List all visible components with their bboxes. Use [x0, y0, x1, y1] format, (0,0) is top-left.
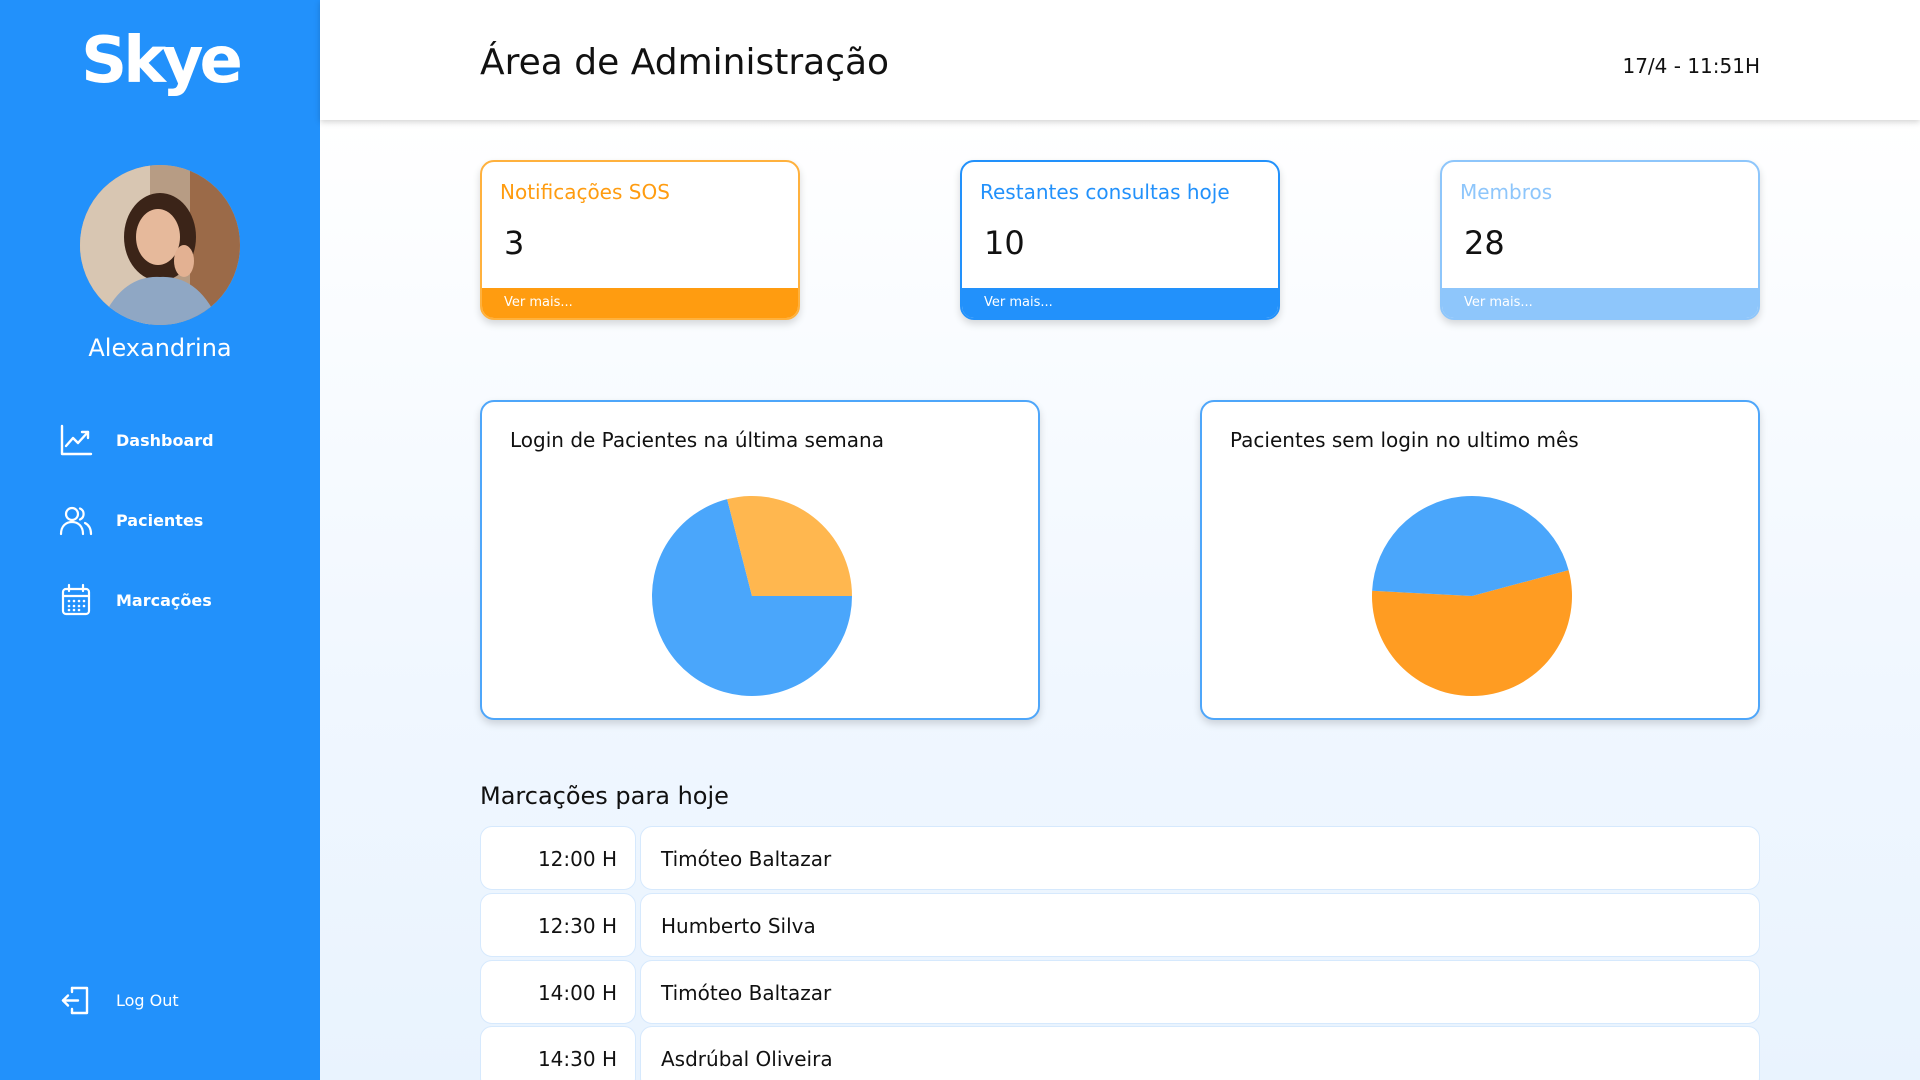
- ver-mais-link[interactable]: Ver mais...: [482, 288, 798, 318]
- logout-label: Log Out: [116, 990, 179, 1010]
- stat-value: 28: [1464, 224, 1505, 262]
- chart-title: Login de Pacientes na última semana: [510, 428, 884, 452]
- pie-chart-sem-login-mes: [1372, 496, 1572, 697]
- appointment-time: 14:30 H: [480, 1026, 636, 1080]
- appointment-row[interactable]: 12:00 H Timóteo Baltazar: [480, 826, 1760, 890]
- appointment-patient[interactable]: Humberto Silva: [640, 893, 1760, 957]
- header: Área de Administração 17/4 - 11:51H: [320, 0, 1920, 120]
- sidebar-item-marcacoes[interactable]: Marcações: [56, 578, 296, 622]
- appointment-patient[interactable]: Asdrúbal Oliveira: [640, 1026, 1760, 1080]
- sidebar-item-dashboard[interactable]: Dashboard: [56, 418, 296, 462]
- page-title: Área de Administração: [480, 42, 890, 83]
- logout-icon: [56, 980, 96, 1020]
- stat-card-consultas[interactable]: Restantes consultas hoje 10 Ver mais...: [960, 160, 1280, 320]
- skye-logo[interactable]: Skye: [0, 24, 320, 98]
- appointment-row[interactable]: 14:30 H Asdrúbal Oliveira: [480, 1026, 1760, 1080]
- sidebar-item-label: Pacientes: [116, 510, 204, 530]
- ver-mais-link[interactable]: Ver mais...: [962, 288, 1278, 318]
- appointment-time: 12:30 H: [480, 893, 636, 957]
- appointment-row[interactable]: 12:30 H Humberto Silva: [480, 893, 1760, 957]
- pie-chart-login-semana: [652, 496, 852, 696]
- stat-label: Restantes consultas hoje: [980, 180, 1230, 204]
- sidebar-item-label: Marcações: [116, 590, 212, 610]
- stat-value: 10: [984, 224, 1025, 262]
- user-photo: [80, 165, 240, 325]
- appointment-patient[interactable]: Timóteo Baltazar: [640, 960, 1760, 1024]
- ver-mais-link[interactable]: Ver mais...: [1442, 288, 1758, 318]
- avatar[interactable]: [80, 165, 240, 325]
- appointment-time: 12:00 H: [480, 826, 636, 890]
- appointment-patient[interactable]: Timóteo Baltazar: [640, 826, 1760, 890]
- users-icon: [56, 500, 96, 540]
- stat-value: 3: [504, 224, 525, 262]
- appointments-title: Marcações para hoje: [480, 782, 729, 810]
- logout-button[interactable]: Log Out: [56, 978, 296, 1022]
- sidebar: Skye Alexandrina Dashboard Pacientes Mar…: [0, 0, 320, 1080]
- chart-card-sem-login-mes: Pacientes sem login no ultimo mês: [1200, 400, 1760, 720]
- stat-card-sos[interactable]: Notificações SOS 3 Ver mais...: [480, 160, 800, 320]
- user-name: Alexandrina: [88, 334, 232, 362]
- stat-card-membros[interactable]: Membros 28 Ver mais...: [1440, 160, 1760, 320]
- chart-title: Pacientes sem login no ultimo mês: [1230, 428, 1579, 452]
- appointment-time: 14:00 H: [480, 960, 636, 1024]
- appointment-row[interactable]: 14:00 H Timóteo Baltazar: [480, 960, 1760, 1024]
- chart-line-icon: [56, 420, 96, 460]
- main-content: Notificações SOS 3 Ver mais... Restantes…: [320, 120, 1920, 1080]
- calendar-icon: [56, 580, 96, 620]
- sidebar-item-pacientes[interactable]: Pacientes: [56, 498, 296, 542]
- stat-label: Membros: [1460, 180, 1553, 204]
- sidebar-item-label: Dashboard: [116, 430, 214, 450]
- chart-card-login-semana: Login de Pacientes na última semana: [480, 400, 1040, 720]
- stat-label: Notificações SOS: [500, 180, 670, 204]
- datetime: 17/4 - 11:51H: [1622, 54, 1760, 78]
